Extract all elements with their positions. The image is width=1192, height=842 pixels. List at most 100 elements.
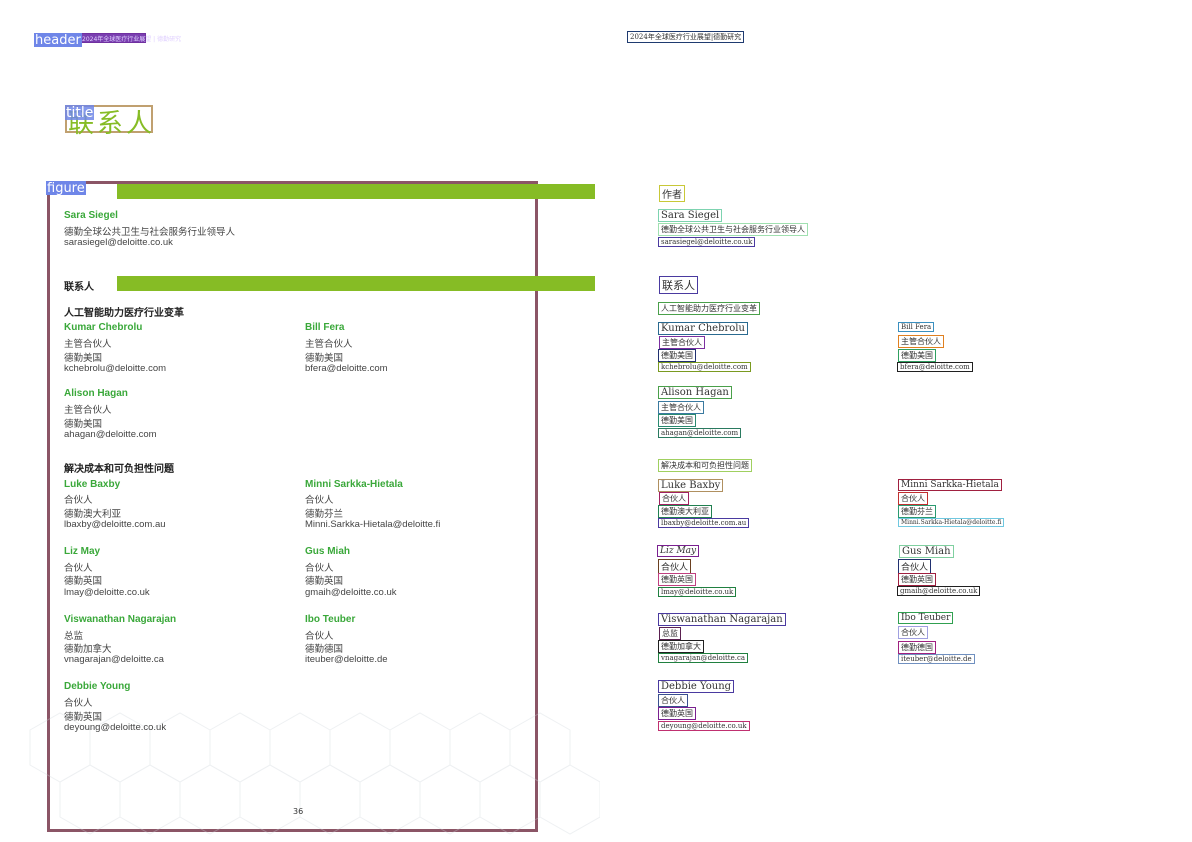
- right-alison-name: Alison Hagan: [658, 386, 732, 399]
- title-tag: title: [65, 105, 95, 121]
- header-text: 2024年全球医疗行业展望 | 德勤研究: [82, 36, 182, 43]
- contact-title: 主管合伙人: [64, 405, 112, 416]
- contact-name: Ibo Teuber: [305, 614, 356, 625]
- right-liz-title: 合伙人: [658, 559, 692, 574]
- contact-name: Luke Baxby: [64, 479, 121, 490]
- contact-name: Kumar Chebrolu: [64, 322, 143, 333]
- right-gus-title: 合伙人: [898, 559, 932, 574]
- contact-name: Bill Fera: [305, 322, 345, 333]
- right-bill-email[interactable]: bfera@deloitte.com: [897, 362, 973, 372]
- right-liz-org: 德勤英国: [658, 573, 696, 586]
- right-ibo-name: Ibo Teuber: [898, 612, 954, 624]
- right-minni-title: 合伙人: [898, 492, 928, 505]
- contact-org: 德勤芬兰: [305, 509, 344, 520]
- contact-email[interactable]: gmaih@deloitte.co.uk: [305, 587, 397, 598]
- contact-title: 主管合伙人: [305, 339, 353, 350]
- contact-org: 德勤德国: [305, 644, 344, 655]
- right-author-role: 德勤全球公共卫生与社会服务行业领导人: [658, 223, 808, 236]
- contact-email[interactable]: kchebrolu@deloitte.com: [64, 363, 166, 374]
- right-vis-title: 总监: [659, 627, 681, 640]
- right-gus-org: 德勤英国: [898, 573, 936, 586]
- right-authors-label: 作者: [659, 185, 685, 202]
- right-author-name: Sara Siegel: [658, 209, 723, 222]
- right-debbie-email[interactable]: deyoung@deloitte.co.uk: [658, 721, 750, 731]
- right-minni-email[interactable]: Minni.Sarkka-Hietala@deloitte.fi: [898, 518, 1005, 527]
- right-ibo-title: 合伙人: [898, 626, 928, 639]
- contact-title: 合伙人: [305, 631, 334, 642]
- right-minni-org: 德勤芬兰: [898, 505, 936, 518]
- right-debbie-title: 合伙人: [658, 694, 688, 707]
- contact-org: 德勤美国: [305, 353, 344, 364]
- right-gus-name: Gus Miah: [899, 545, 954, 558]
- contact-org: 德勤加拿大: [64, 644, 112, 655]
- author-name: Sara Siegel: [64, 210, 118, 221]
- contact-title: 合伙人: [64, 698, 93, 709]
- contact-name: Viswanathan Nagarajan: [64, 614, 177, 625]
- right-alison-title: 主管合伙人: [658, 401, 704, 414]
- contact-email[interactable]: ahagan@deloitte.com: [64, 429, 157, 440]
- contact-email[interactable]: Minni.Sarkka-Hietala@deloitte.fi: [305, 519, 440, 530]
- contacts-section-bar: [117, 276, 595, 291]
- contact-email[interactable]: iteuber@deloitte.de: [305, 654, 388, 665]
- contact-name: Debbie Young: [64, 681, 131, 692]
- right-kumar-title: 主管合伙人: [659, 336, 705, 349]
- right-header: 2024年全球医疗行业展望|德勤研究: [627, 31, 745, 43]
- contact-email[interactable]: lbaxby@deloitte.com.au: [64, 519, 166, 530]
- right-author-email[interactable]: sarasiegel@deloitte.co.uk: [658, 237, 756, 247]
- right-bill-name: Bill Fera: [898, 322, 935, 332]
- right-kumar-email[interactable]: kchebrolu@deloitte.com: [658, 362, 751, 372]
- right-debbie-org: 德勤英国: [658, 707, 696, 720]
- right-vis-name: Viswanathan Nagarajan: [658, 613, 786, 626]
- contact-name: Gus Miah: [305, 546, 351, 557]
- right-topic-ai: 人工智能助力医疗行业变革: [658, 302, 760, 315]
- contact-name: Minni Sarkka-Hietala: [305, 479, 403, 490]
- topic-heading-cost: 解决成本和可负担性问题: [64, 464, 174, 475]
- contacts-section-label: 联系人: [64, 282, 94, 293]
- right-contacts-label: 联系人: [659, 276, 698, 294]
- contact-org: 德勤英国: [64, 712, 103, 723]
- header-tag: header: [34, 33, 82, 48]
- right-vis-org: 德勤加拿大: [658, 640, 704, 653]
- contact-title: 合伙人: [305, 495, 334, 506]
- right-topic-cost: 解决成本和可负担性问题: [658, 459, 752, 472]
- right-minni-name: Minni Sarkka-Hietala: [898, 479, 1002, 491]
- contact-title: 总监: [64, 631, 84, 642]
- author-email[interactable]: sarasiegel@deloitte.co.uk: [64, 237, 173, 248]
- contact-title: 合伙人: [305, 563, 334, 574]
- contact-name: Alison Hagan: [64, 388, 128, 399]
- author-role: 德勤全球公共卫生与社会服务行业领导人: [64, 227, 236, 238]
- authors-section-bar: [117, 184, 595, 199]
- right-ibo-email[interactable]: iteuber@deloitte.de: [898, 654, 975, 664]
- right-luke-title: 合伙人: [659, 492, 689, 505]
- right-kumar-org: 德勤美国: [658, 349, 696, 362]
- contact-org: 德勤英国: [64, 576, 103, 587]
- contact-email[interactable]: vnagarajan@deloitte.ca: [64, 654, 164, 665]
- contact-email[interactable]: deyoung@deloitte.co.uk: [64, 722, 166, 733]
- contact-org: 德勤澳大利亚: [64, 509, 122, 520]
- right-luke-email[interactable]: lbaxby@deloitte.com.au: [658, 518, 750, 528]
- right-alison-email[interactable]: ahagan@deloitte.com: [658, 428, 742, 438]
- contact-org: 德勤美国: [64, 353, 103, 364]
- topic-heading-ai: 人工智能助力医疗行业变革: [64, 308, 184, 319]
- contact-email[interactable]: lmay@deloitte.co.uk: [64, 587, 150, 598]
- right-kumar-name: Kumar Chebrolu: [658, 322, 748, 335]
- right-liz-email[interactable]: lmay@deloitte.co.uk: [658, 587, 737, 597]
- right-debbie-name: Debbie Young: [658, 680, 735, 693]
- contact-org: 德勤美国: [64, 419, 103, 430]
- right-luke-org: 德勤澳大利亚: [658, 505, 712, 518]
- contact-email[interactable]: bfera@deloitte.com: [305, 363, 388, 374]
- contact-name: Liz May: [64, 546, 101, 557]
- right-bill-org: 德勤美国: [898, 349, 936, 362]
- right-gus-email[interactable]: gmaih@deloitte.co.uk: [897, 586, 981, 596]
- right-alison-org: 德勤美国: [658, 414, 696, 427]
- figure-tag: figure: [46, 181, 86, 196]
- contact-title: 合伙人: [64, 563, 93, 574]
- contact-title: 主管合伙人: [64, 339, 112, 350]
- right-vis-email[interactable]: vnagarajan@deloitte.ca: [658, 653, 749, 663]
- contact-title: 合伙人: [64, 495, 93, 506]
- right-luke-name: Luke Baxby: [658, 479, 724, 492]
- right-liz-name: Liz May: [657, 545, 700, 557]
- page-number: 36: [293, 807, 304, 816]
- right-bill-title: 主管合伙人: [898, 335, 944, 348]
- contact-org: 德勤英国: [305, 576, 344, 587]
